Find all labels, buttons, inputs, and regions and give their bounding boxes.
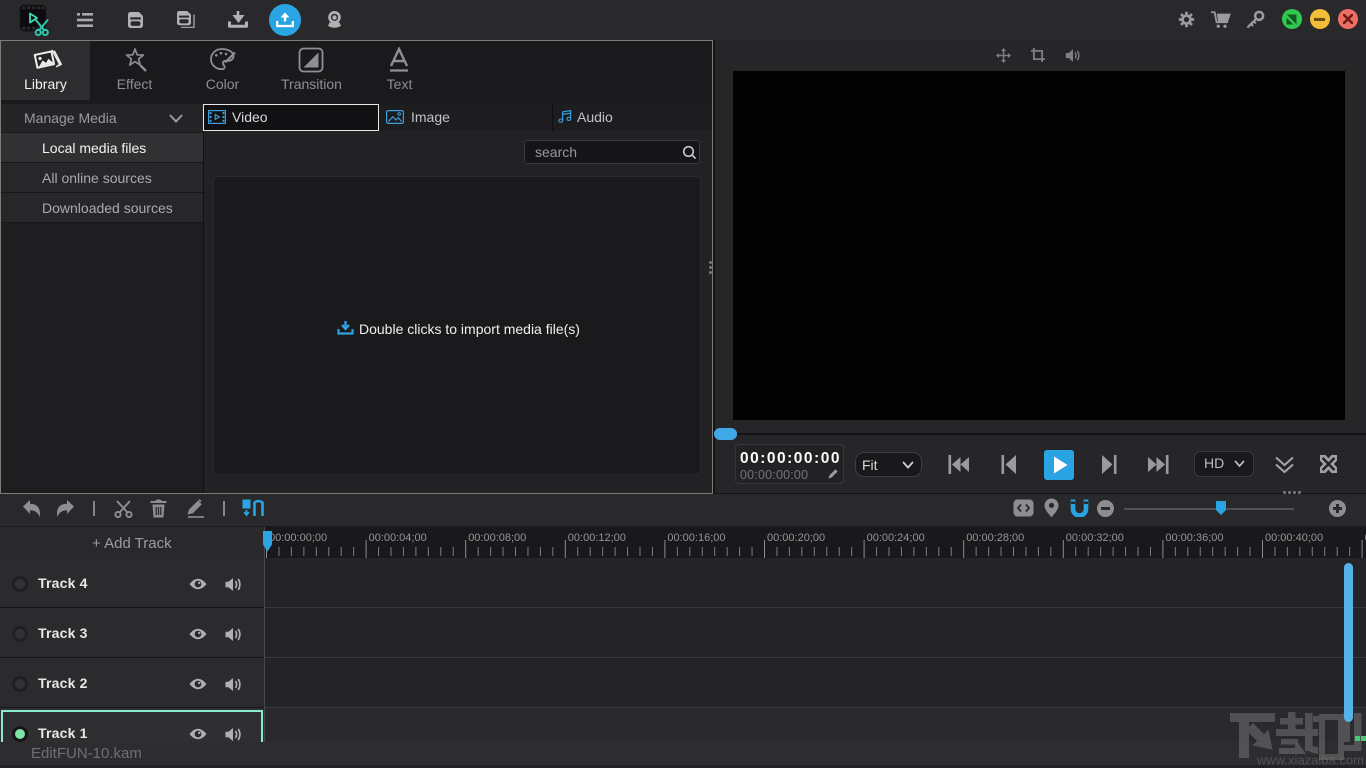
svg-text:00:00:40;00: 00:00:40;00 xyxy=(1265,532,1323,544)
svg-text:00:00:32;00: 00:00:32;00 xyxy=(1066,532,1124,544)
svg-text:00:00:08;00: 00:00:08;00 xyxy=(468,532,526,544)
svg-text:00:00:04;00: 00:00:04;00 xyxy=(369,532,427,544)
svg-text:00:00:36;00: 00:00:36;00 xyxy=(1165,532,1223,544)
svg-text:www.xiazaiba.com: www.xiazaiba.com xyxy=(1256,753,1364,768)
svg-text:00:00:12;00: 00:00:12;00 xyxy=(568,532,626,544)
svg-text:00:00:20;00: 00:00:20;00 xyxy=(767,532,825,544)
svg-text:00:00:28;00: 00:00:28;00 xyxy=(966,532,1024,544)
svg-text:00:00:24;00: 00:00:24;00 xyxy=(867,532,925,544)
svg-text:00:00:00;00: 00:00:00;00 xyxy=(269,532,327,544)
svg-text:00:00:16;00: 00:00:16;00 xyxy=(667,532,725,544)
